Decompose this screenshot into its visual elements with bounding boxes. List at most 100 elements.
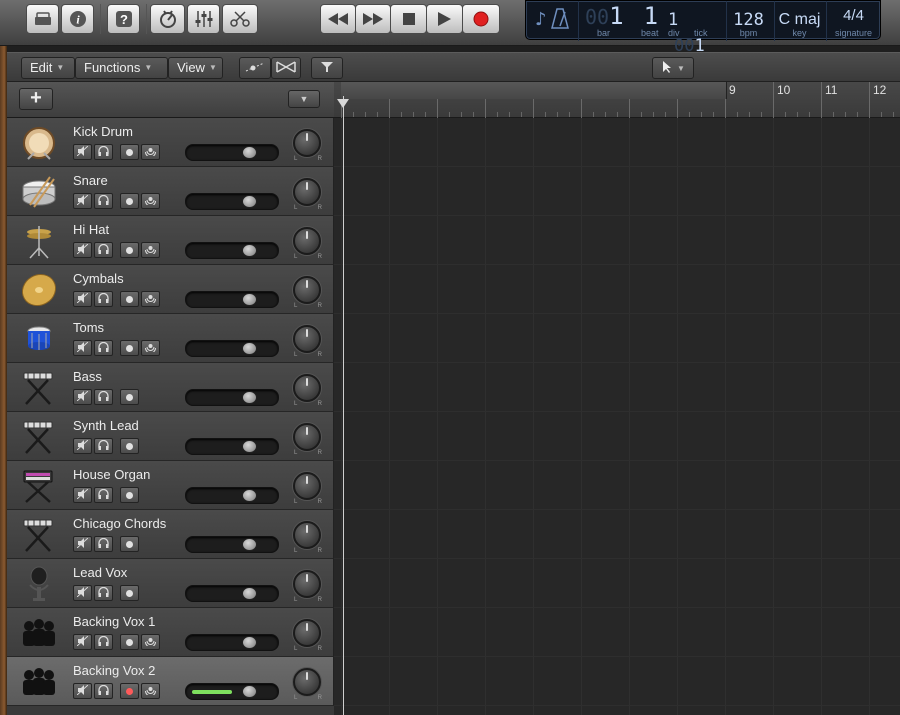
- mute-button[interactable]: [73, 389, 92, 405]
- track-name[interactable]: Synth Lead: [73, 418, 139, 433]
- input-monitor-button[interactable]: [141, 193, 160, 209]
- input-monitor-button[interactable]: [141, 242, 160, 258]
- mute-button[interactable]: [73, 291, 92, 307]
- keyboard-stand-icon[interactable]: [19, 368, 59, 408]
- solo-button[interactable]: [94, 193, 113, 209]
- volume-slider-knob[interactable]: [242, 195, 257, 208]
- track-header[interactable]: Hi Hat L R: [7, 216, 334, 265]
- microphone-icon[interactable]: [19, 564, 59, 604]
- mixer-button[interactable]: [187, 4, 220, 34]
- view-menu[interactable]: View ▼: [168, 57, 223, 79]
- track-header[interactable]: Toms L R: [7, 314, 334, 363]
- pointer-tool-menu[interactable]: ▼: [652, 57, 694, 79]
- solo-button[interactable]: [94, 536, 113, 552]
- mute-button[interactable]: [73, 340, 92, 356]
- global-tracks-button[interactable]: ▼: [288, 90, 320, 108]
- record-enable-button[interactable]: [120, 536, 139, 552]
- workspace-grid[interactable]: [334, 118, 900, 715]
- pan-knob[interactable]: [293, 276, 321, 304]
- track-name[interactable]: Cymbals: [73, 271, 124, 286]
- track-header[interactable]: Chicago Chords L R: [7, 510, 334, 559]
- filter-button[interactable]: [311, 57, 343, 79]
- track-name[interactable]: Backing Vox 2: [73, 663, 155, 678]
- record-enable-button[interactable]: [120, 144, 139, 160]
- pan-knob[interactable]: [293, 178, 321, 206]
- solo-button[interactable]: [94, 144, 113, 160]
- volume-slider-knob[interactable]: [242, 489, 257, 502]
- track-header[interactable]: Bass L R: [7, 363, 334, 412]
- solo-button[interactable]: [94, 683, 113, 699]
- solo-button[interactable]: [94, 634, 113, 650]
- volume-slider-knob[interactable]: [242, 440, 257, 453]
- track-header[interactable]: House Organ L R: [7, 461, 334, 510]
- record-enable-button[interactable]: [120, 487, 139, 503]
- input-monitor-button[interactable]: [141, 634, 160, 650]
- toolbar-button[interactable]: [150, 4, 185, 34]
- solo-button[interactable]: [94, 438, 113, 454]
- quick-help-button[interactable]: ?: [107, 4, 140, 34]
- mute-button[interactable]: [73, 585, 92, 601]
- volume-slider-knob[interactable]: [242, 391, 257, 404]
- input-monitor-button[interactable]: [141, 340, 160, 356]
- track-name[interactable]: Kick Drum: [73, 124, 133, 139]
- pan-knob[interactable]: [293, 423, 321, 451]
- record-enable-button[interactable]: [120, 291, 139, 307]
- input-monitor-button[interactable]: [141, 683, 160, 699]
- volume-slider[interactable]: [185, 438, 279, 455]
- fast-forward-button[interactable]: [355, 4, 391, 34]
- track-name[interactable]: House Organ: [73, 467, 150, 482]
- editors-button[interactable]: [222, 4, 258, 34]
- volume-slider[interactable]: [185, 487, 279, 504]
- snare-drum-icon[interactable]: [19, 172, 59, 212]
- solo-button[interactable]: [94, 242, 113, 258]
- flex-button[interactable]: [271, 57, 301, 79]
- mute-button[interactable]: [73, 683, 92, 699]
- record-button[interactable]: [462, 4, 500, 34]
- pan-knob[interactable]: [293, 521, 321, 549]
- pan-knob[interactable]: [293, 570, 321, 598]
- mute-button[interactable]: [73, 438, 92, 454]
- organ-icon[interactable]: [19, 466, 59, 506]
- cycle-area[interactable]: [341, 82, 727, 99]
- mute-button[interactable]: [73, 144, 92, 160]
- volume-slider[interactable]: [185, 389, 279, 406]
- solo-button[interactable]: [94, 487, 113, 503]
- volume-slider[interactable]: [185, 193, 279, 210]
- track-header[interactable]: Kick Drum L R: [7, 118, 334, 167]
- track-header[interactable]: Snare L R: [7, 167, 334, 216]
- mute-button[interactable]: [73, 193, 92, 209]
- keyboard-stand-icon[interactable]: [19, 417, 59, 457]
- input-monitor-button[interactable]: [141, 291, 160, 307]
- library-button[interactable]: [26, 4, 59, 34]
- choir-icon[interactable]: [19, 613, 59, 653]
- track-name[interactable]: Chicago Chords: [73, 516, 166, 531]
- stop-button[interactable]: [390, 4, 427, 34]
- pan-knob[interactable]: [293, 325, 321, 353]
- volume-slider-knob[interactable]: [242, 587, 257, 600]
- lcd-display[interactable]: ♪ 001 1 bar beat 1 001 div tick 128 bpm C …: [525, 0, 881, 56]
- catch-button[interactable]: [239, 57, 271, 79]
- volume-slider-knob[interactable]: [242, 342, 257, 355]
- volume-slider[interactable]: [185, 634, 279, 651]
- pan-knob[interactable]: [293, 227, 321, 255]
- mute-button[interactable]: [73, 634, 92, 650]
- pan-knob[interactable]: [293, 668, 321, 696]
- record-enable-button[interactable]: [120, 193, 139, 209]
- playhead-handle[interactable]: [337, 99, 349, 108]
- track-header[interactable]: Synth Lead L R: [7, 412, 334, 461]
- track-header[interactable]: Cymbals L R: [7, 265, 334, 314]
- volume-slider[interactable]: [185, 585, 279, 602]
- record-enable-button[interactable]: [120, 585, 139, 601]
- track-header[interactable]: Backing Vox 2 LR: [7, 657, 334, 706]
- volume-slider-knob[interactable]: [242, 146, 257, 159]
- volume-slider-knob[interactable]: [242, 685, 257, 698]
- choir-icon[interactable]: [19, 662, 59, 702]
- mute-button[interactable]: [73, 536, 92, 552]
- track-name[interactable]: Snare: [73, 173, 108, 188]
- inspector-button[interactable]: i: [61, 4, 94, 34]
- hi-hat-icon[interactable]: [19, 221, 59, 261]
- track-name[interactable]: Toms: [73, 320, 104, 335]
- rewind-button[interactable]: [320, 4, 356, 34]
- record-enable-button[interactable]: [120, 634, 139, 650]
- pan-knob[interactable]: [293, 472, 321, 500]
